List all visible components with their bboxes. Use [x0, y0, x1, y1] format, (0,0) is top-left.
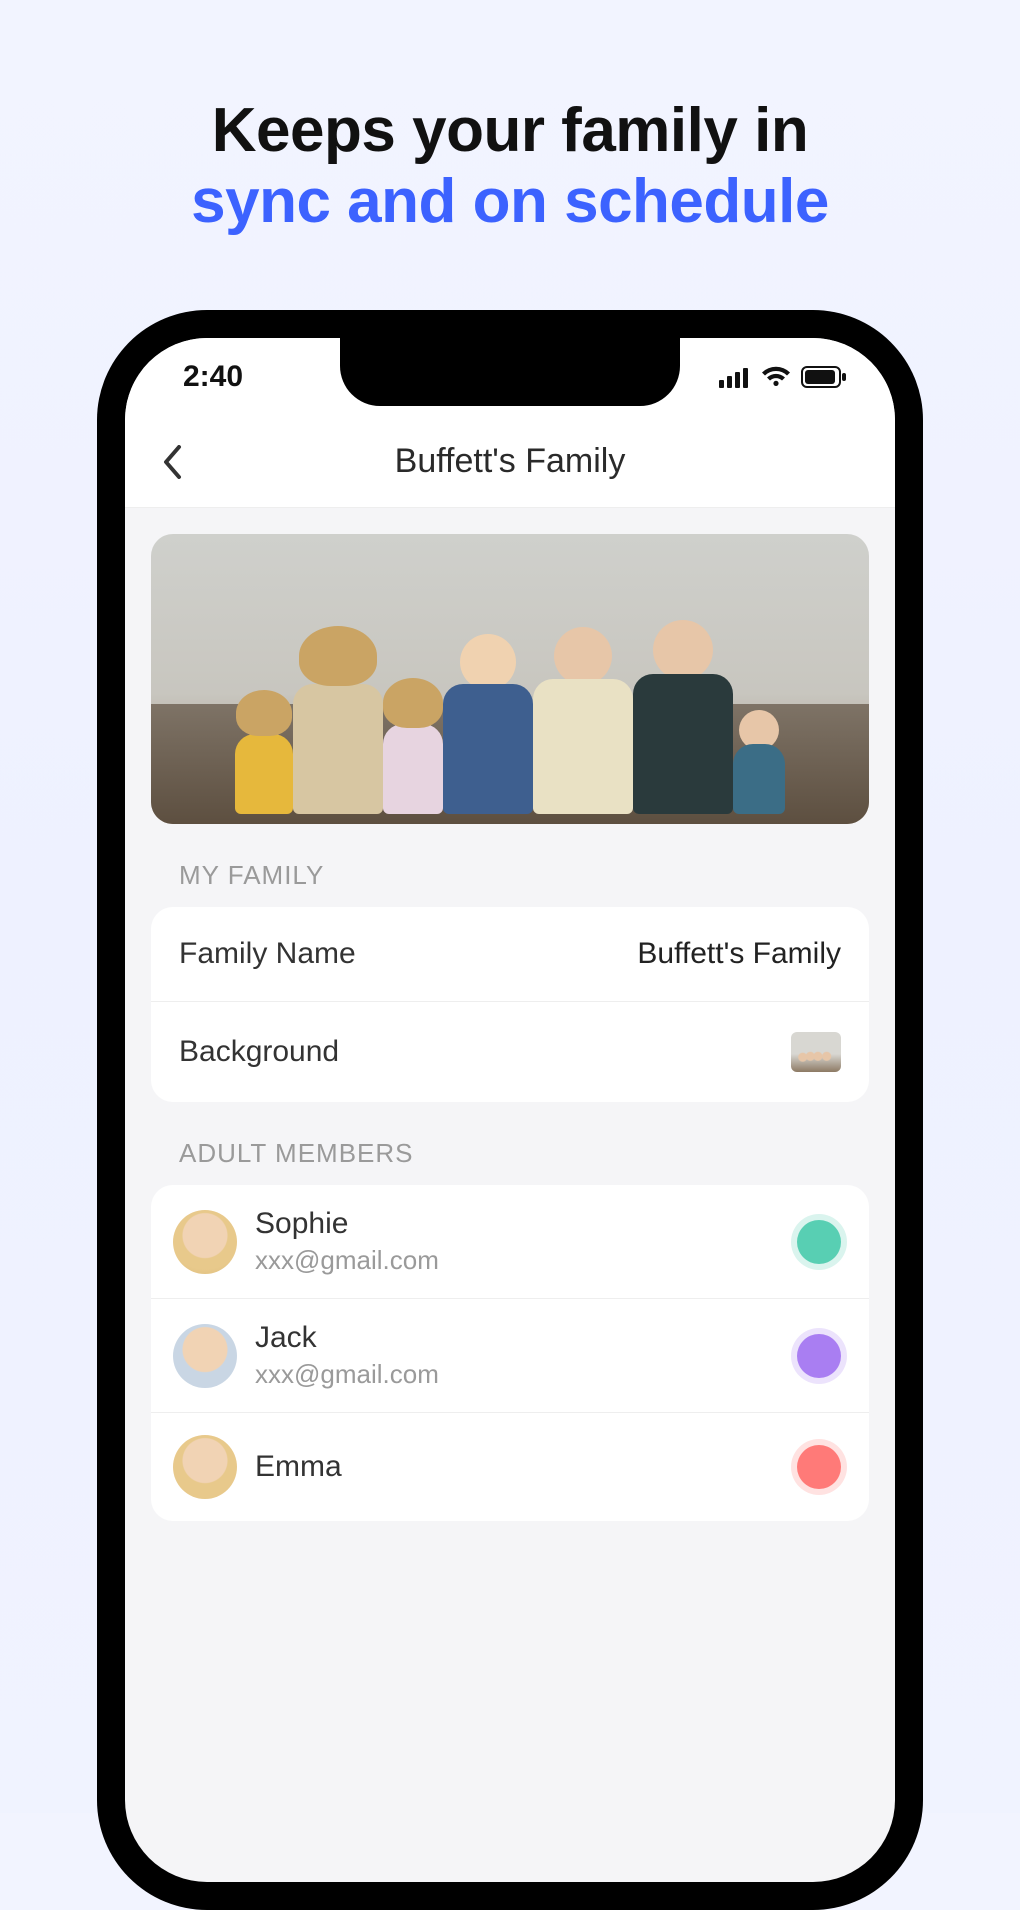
- family-name-value: Buffett's Family: [637, 937, 841, 971]
- member-info: Jack xxx@gmail.com: [255, 1321, 797, 1390]
- marketing-headline: Keeps your family in sync and on schedul…: [0, 0, 1020, 238]
- battery-icon: [801, 366, 847, 388]
- headline-line-1: Keeps your family in: [0, 95, 1020, 166]
- family-name-row[interactable]: Family Name Buffett's Family: [151, 907, 869, 1001]
- member-row[interactable]: Sophie xxx@gmail.com: [151, 1185, 869, 1298]
- screen-content: MY FAMILY Family Name Buffett's Family B…: [125, 534, 895, 1521]
- member-color-dot[interactable]: [797, 1445, 841, 1489]
- avatar: [173, 1435, 237, 1499]
- back-button[interactable]: [151, 440, 195, 484]
- avatar: [173, 1210, 237, 1274]
- status-icons: [719, 366, 847, 388]
- background-thumbnail: [791, 1032, 841, 1072]
- background-label: Background: [179, 1035, 339, 1069]
- member-row[interactable]: Emma: [151, 1412, 869, 1521]
- family-photo-banner[interactable]: [151, 534, 869, 824]
- section-header-my-family: MY FAMILY: [151, 860, 869, 891]
- nav-bar: Buffett's Family: [125, 416, 895, 508]
- phone-screen: 2:40 Buffett's Family: [125, 338, 895, 1882]
- cellular-icon: [719, 366, 751, 388]
- member-info: Sophie xxx@gmail.com: [255, 1207, 797, 1276]
- member-email: xxx@gmail.com: [255, 1359, 797, 1390]
- member-name: Jack: [255, 1321, 797, 1355]
- member-row[interactable]: Jack xxx@gmail.com: [151, 1298, 869, 1412]
- member-info: Emma: [255, 1450, 797, 1484]
- wifi-icon: [761, 366, 791, 388]
- page-title: Buffett's Family: [395, 442, 626, 481]
- section-header-adult-members: ADULT MEMBERS: [151, 1138, 869, 1169]
- member-email: xxx@gmail.com: [255, 1245, 797, 1276]
- background-row[interactable]: Background: [151, 1001, 869, 1102]
- adult-members-card: Sophie xxx@gmail.com Jack xxx@gmail.com Emma: [151, 1185, 869, 1521]
- avatar: [173, 1324, 237, 1388]
- phone-frame: 2:40 Buffett's Family: [97, 310, 923, 1910]
- status-time: 2:40: [183, 360, 243, 394]
- member-color-dot[interactable]: [797, 1220, 841, 1264]
- member-name: Sophie: [255, 1207, 797, 1241]
- device-notch: [340, 338, 680, 406]
- member-color-dot[interactable]: [797, 1334, 841, 1378]
- family-name-label: Family Name: [179, 937, 356, 971]
- member-name: Emma: [255, 1450, 797, 1484]
- headline-line-2: sync and on schedule: [0, 166, 1020, 237]
- my-family-card: Family Name Buffett's Family Background: [151, 907, 869, 1102]
- chevron-left-icon: [162, 445, 184, 479]
